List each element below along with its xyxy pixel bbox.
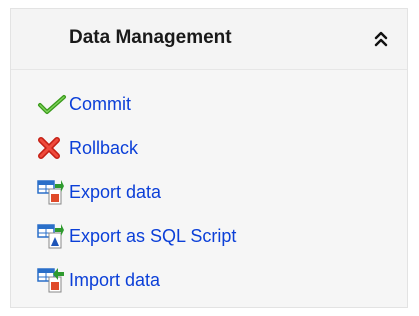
data-management-panel: Data Management Commit Rollback Export d… bbox=[10, 8, 408, 308]
export-sql-script-label: Export as SQL Script bbox=[69, 226, 237, 246]
commit-label: Commit bbox=[69, 94, 131, 114]
import-data-link[interactable]: Import data bbox=[37, 265, 160, 295]
import-data-label: Import data bbox=[69, 270, 161, 290]
panel-title: Data Management bbox=[69, 27, 232, 48]
export-sql-script-link[interactable]: Export as SQL Script bbox=[37, 221, 236, 251]
export-data-link[interactable]: Export data bbox=[37, 177, 161, 207]
rollback-label: Rollback bbox=[69, 138, 139, 158]
header-divider bbox=[11, 69, 407, 70]
panel-header[interactable]: Data Management bbox=[11, 9, 407, 69]
export-data-icon bbox=[37, 177, 69, 207]
double-chevron-up-icon bbox=[374, 31, 388, 47]
import-data-icon bbox=[37, 265, 69, 295]
commit-link[interactable]: Commit bbox=[37, 89, 131, 119]
collapse-button[interactable] bbox=[371, 28, 391, 50]
rollback-link[interactable]: Rollback bbox=[37, 133, 138, 163]
export-sql-icon bbox=[37, 221, 69, 251]
checkmark-icon bbox=[37, 89, 69, 119]
action-list: Commit Rollback Export data Export as SQ… bbox=[11, 85, 407, 305]
red-x-icon bbox=[37, 133, 69, 163]
export-data-label: Export data bbox=[69, 182, 162, 202]
